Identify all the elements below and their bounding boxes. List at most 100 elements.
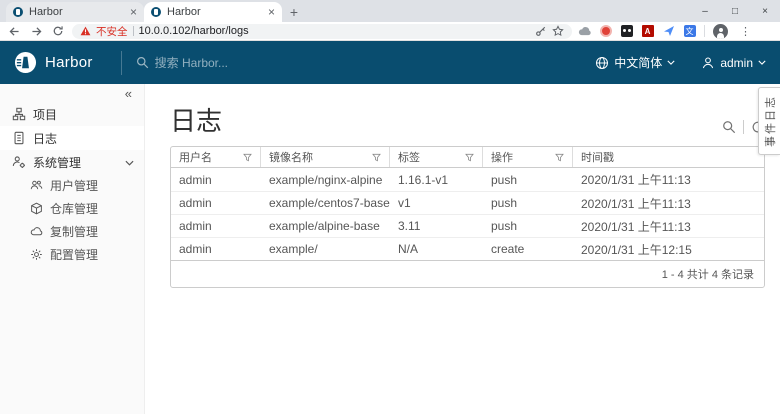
brand-title: Harbor [45,54,93,71]
profile-avatar[interactable] [713,24,728,39]
browser-tab-2[interactable]: Harbor × [144,2,282,22]
column-header: 标签 [398,149,420,165]
cell-tag: N/A [390,242,483,256]
event-log-tab[interactable]: 事件日志 [758,87,780,155]
sidebar-item-user-management[interactable]: 用户管理 [0,174,144,197]
window-controls: – □ × [690,0,780,22]
user-menu[interactable]: admin [701,56,766,70]
password-key-icon[interactable] [535,25,547,37]
gear-icon [30,248,43,261]
harbor-header: Harbor 搜索 Harbor... 中文简体 admin [0,41,780,84]
username-label: admin [720,56,753,70]
sidebar-item-label: 仓库管理 [50,200,98,217]
cell-operation: push [483,196,573,210]
sidebar-item-replication-management[interactable]: 复制管理 [0,220,144,243]
messenger-extension-icon[interactable] [662,25,675,38]
organization-icon [12,107,26,121]
table-row: admin example/ N/A create 2020/1/31 上午12… [171,237,764,260]
dark-theme-extension-icon[interactable] [620,25,633,38]
tab-title: Harbor [29,6,124,18]
tab-close-icon[interactable]: × [130,6,137,18]
translate-extension-icon[interactable]: 文 [683,25,696,38]
filter-icon[interactable] [555,153,564,162]
cell-tag: v1 [390,196,483,210]
cell-timestamp: 2020/1/31 上午11:13 [573,171,764,188]
sidebar-item-projects[interactable]: 项目 [0,102,144,126]
sidebar-item-label: 配置管理 [50,246,98,263]
column-header: 操作 [491,149,513,165]
table-row: admin example/nginx-alpine 1.16.1-v1 pus… [171,168,764,191]
harbor-logo [14,51,37,74]
cube-icon [30,202,43,215]
sidebar-item-label: 复制管理 [50,223,98,240]
table-footer: 1 - 4 共计 4 条记录 [171,260,764,287]
maximize-icon[interactable]: □ [720,0,750,22]
filter-icon[interactable] [243,153,252,162]
chevron-down-icon [758,60,766,65]
sidebar-item-label: 日志 [33,130,57,147]
cloud-extension-icon[interactable] [578,25,591,38]
sidebar-item-system-management[interactable]: 系统管理 [0,150,144,174]
address-bar[interactable]: 不安全 10.0.0.102/harbor/logs [72,24,572,39]
sidebar-item-label: 用户管理 [50,177,98,194]
forward-icon[interactable] [28,23,44,39]
user-icon [701,56,715,70]
search-placeholder: 搜索 Harbor... [155,54,228,71]
pdf-extension-icon[interactable]: A [641,25,654,38]
back-icon[interactable] [6,23,22,39]
download-manager-extension-icon[interactable] [599,25,612,38]
tab-title: Harbor [167,6,262,18]
tab-close-icon[interactable]: × [268,6,275,18]
sidebar-item-logs[interactable]: 日志 [0,126,144,150]
bookmark-star-icon[interactable] [552,25,564,37]
cell-tag: 3.11 [390,219,483,233]
cell-username: admin [171,173,261,187]
cell-image-name: example/centos7-base [261,196,390,210]
browser-menu-icon[interactable]: ⋮ [736,25,755,38]
language-label: 中文简体 [614,54,662,71]
url-text: 10.0.0.102/harbor/logs [139,25,531,37]
filter-icon[interactable] [372,153,381,162]
reload-icon[interactable] [50,23,66,39]
collapse-sidebar-icon[interactable]: « [125,86,132,101]
administrator-icon [12,155,26,169]
filter-icon[interactable] [465,153,474,162]
cell-username: admin [171,242,261,256]
sidebar-item-configuration-management[interactable]: 配置管理 [0,243,144,266]
cell-image-name: example/ [261,242,390,256]
logs-icon [12,131,26,145]
page-title: 日志 [170,107,222,136]
main-content: 日志 用户名 镜像名称 标签 操作 时间戳 admin [145,84,780,414]
table-row: admin example/alpine-base 3.11 push 2020… [171,214,764,237]
harbor-favicon [151,7,161,17]
sidebar-item-label: 系统管理 [33,154,81,171]
column-header: 用户名 [179,149,212,165]
cell-image-name: example/alpine-base [261,219,390,233]
cell-operation: push [483,219,573,233]
sidebar: « 项目 日志 系统管理 用户管理 [0,84,145,414]
chevron-down-icon [667,60,675,65]
cell-tag: 1.16.1-v1 [390,173,483,187]
sidebar-item-registry-management[interactable]: 仓库管理 [0,197,144,220]
search-logs-icon[interactable] [722,120,736,134]
column-header: 镜像名称 [269,149,313,165]
omnibox-divider [133,26,134,36]
warning-icon [80,26,91,36]
language-menu[interactable]: 中文简体 [595,54,675,71]
cloud-icon [30,225,43,238]
header-divider [121,51,122,75]
minimize-icon[interactable]: – [690,0,720,22]
cell-timestamp: 2020/1/31 上午11:13 [573,195,764,212]
global-search-input[interactable]: 搜索 Harbor... [136,54,596,71]
new-tab-button[interactable]: + [282,2,306,22]
actions-divider [743,120,744,134]
cell-operation: create [483,242,573,256]
cell-username: admin [171,196,261,210]
toolbar-divider [704,25,705,37]
close-icon[interactable]: × [750,0,780,22]
cell-image-name: example/nginx-alpine [261,173,390,187]
browser-toolbar: 不安全 10.0.0.102/harbor/logs A 文 ⋮ [0,22,780,41]
cell-timestamp: 2020/1/31 上午11:13 [573,218,764,235]
browser-tab-1[interactable]: Harbor × [6,2,144,22]
cell-timestamp: 2020/1/31 上午12:15 [573,241,764,258]
